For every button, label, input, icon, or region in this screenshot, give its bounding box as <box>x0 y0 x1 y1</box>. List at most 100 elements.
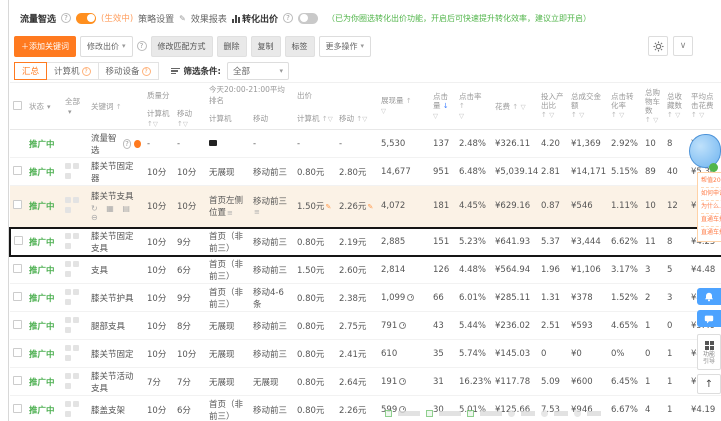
cell-plat <box>62 311 88 340</box>
device-tabs-row: 汇总 计算机? 移动设备? 筛选条件: 全部 ▾ <box>14 62 289 80</box>
cell-ctr: 16.23% <box>456 367 492 396</box>
collapse-chevron-icon[interactable]: ∨ <box>673 36 693 56</box>
impression-history-icon[interactable] <box>399 321 407 329</box>
cell-fav: 1 <box>664 367 688 396</box>
select-all-checkbox[interactable] <box>10 82 26 130</box>
tab-pc[interactable]: 计算机? <box>47 62 99 80</box>
row-checkbox[interactable] <box>13 263 22 273</box>
faq-link[interactable]: 帮值20… <box>701 175 721 187</box>
impression-history-icon[interactable] <box>407 293 415 301</box>
th-keyword[interactable]: 关键词 ↑ <box>88 82 144 130</box>
copy-button[interactable]: 复制 <box>250 35 281 57</box>
cell-clicks: 35 <box>430 339 456 368</box>
cell-rank_m: 无展现 <box>250 367 294 396</box>
smart-flow-toggle[interactable] <box>76 12 97 24</box>
th-roi[interactable]: 投入产出比 ↑ ▽ <box>538 82 568 130</box>
cell-plat <box>62 367 88 396</box>
th-impressions[interactable]: 展现量 ↑ ▽ <box>378 82 430 130</box>
rank-detail-icon[interactable]: ≡ <box>227 209 233 217</box>
back-to-top-button[interactable]: ↑ <box>697 374 721 394</box>
tag-button[interactable]: 标签 <box>284 35 315 57</box>
cell-status: 推广中 <box>26 367 62 396</box>
table-row: 推广中 腿部支具 10分 8分 无展现 移动前三 0.80元 2.75元 791 43 5.44% ¥… <box>10 311 721 340</box>
th-gmv[interactable]: 总成交金额 ↑ ▽ <box>568 82 608 130</box>
cell-status: 推广中 <box>26 226 62 257</box>
platform-indicator-icon <box>65 270 71 277</box>
assistant-mascot-icon[interactable] <box>689 134 721 168</box>
faq-link[interactable]: 为什么…过日… <box>701 200 721 213</box>
edit-bid-icon[interactable]: ✎ <box>325 203 331 211</box>
filter-select[interactable]: 全部 ▾ <box>226 62 289 80</box>
platform-indicator-icon <box>73 372 79 379</box>
add-keyword-button[interactable]: ＋添加关键词 <box>14 35 76 57</box>
th-quality-mobile[interactable]: 移动 ↑▽ <box>174 107 206 130</box>
faq-link[interactable]: 如何申请图片功… <box>701 187 721 200</box>
help-circle-icon[interactable]: ? <box>136 41 147 51</box>
cell-ctr: 6.48% <box>456 157 492 186</box>
row-checkbox[interactable] <box>13 347 22 357</box>
cell-bid_m: 2.75元 <box>336 311 378 340</box>
funnel-icon: ▽ <box>381 107 386 115</box>
cell-fav: 8 <box>664 226 688 257</box>
row-checkbox[interactable] <box>13 403 22 413</box>
rank-detail-icon[interactable]: ≡ <box>254 208 260 216</box>
strategy-settings-link[interactable]: 策略设置 <box>138 12 174 25</box>
bar-chart-icon[interactable] <box>231 14 240 23</box>
cell-q_m: 9分 <box>174 283 206 312</box>
conversion-bid-title: 转化出价 <box>241 14 278 25</box>
chat-icon[interactable] <box>697 310 721 327</box>
th-cvr[interactable]: 点击转化率 ↑ ▽ <box>608 82 642 130</box>
tab-summary[interactable]: 汇总 <box>14 62 48 80</box>
th-quality-pc[interactable]: 计算机 ↑▽ <box>144 107 174 130</box>
pencil-icon[interactable]: ✎ <box>179 14 186 23</box>
cell-roi: 1.96 <box>538 255 568 284</box>
cell-rank_m: - <box>250 129 294 158</box>
cell-ctr: 5.44% <box>456 311 492 340</box>
cell-status: 推广中 <box>26 255 62 284</box>
impression-history-icon[interactable] <box>399 377 407 385</box>
help-circle-icon[interactable]: ? <box>122 138 132 149</box>
th-status[interactable]: 状态 ▾ <box>26 82 62 130</box>
edit-bid-icon[interactable]: ✎ <box>367 203 373 211</box>
row-checkbox[interactable] <box>13 375 22 385</box>
sort-asc-icon: ↑ <box>115 102 122 111</box>
row-checkbox[interactable] <box>13 165 22 175</box>
gear-icon[interactable] <box>648 36 668 56</box>
help-circle-icon[interactable]: ? <box>283 13 293 23</box>
conversion-bid-toggle[interactable] <box>298 12 318 24</box>
modify-bid-dropdown[interactable]: 修改出价 ▾ <box>80 35 133 57</box>
tab-mobile[interactable]: 移动设备? <box>98 62 159 80</box>
faq-link[interactable]: 直通车推广… <box>701 213 721 226</box>
th-bid-pc[interactable]: 计算机 ↑▽ <box>294 107 336 130</box>
cell-bid_m: 2.26元 <box>336 395 378 421</box>
report-link[interactable]: 效果报表 <box>191 12 227 25</box>
row-checkbox[interactable] <box>14 235 23 245</box>
row-checkbox[interactable] <box>13 319 22 329</box>
th-bid-mobile[interactable]: 移动 ↑▽ <box>336 107 378 130</box>
cell-rank_m: 移动前三 <box>250 395 294 421</box>
cell-cost: ¥236.02 <box>492 311 538 340</box>
cell-fav: 8 <box>664 129 688 158</box>
smart-flow-badge-icon <box>134 139 141 148</box>
th-cost[interactable]: 花费 ↑ ▽ <box>492 82 538 130</box>
bell-icon[interactable] <box>697 288 721 305</box>
sort-asc-icon: ↑ <box>645 115 651 124</box>
modify-match-button[interactable]: 修改匹配方式 <box>150 35 213 57</box>
row-checkbox[interactable] <box>13 291 22 301</box>
row-checkbox[interactable] <box>13 200 22 210</box>
th-ctr[interactable]: 点击率 ↑ ▽ <box>456 82 492 130</box>
more-actions-dropdown[interactable]: 更多操作 ▾ <box>318 35 372 57</box>
row-quick-action-icons[interactable]: ↻ ▦ ▤ ⊖ <box>91 204 141 222</box>
th-cart[interactable]: 总购物车数 ↑ ▽ <box>642 82 664 130</box>
feature-guide-button[interactable]: 功能引导 <box>697 334 721 370</box>
th-fav[interactable]: 总收藏数 ↑ ▽ <box>664 82 688 130</box>
help-circle-icon[interactable]: ? <box>61 13 72 23</box>
faq-link[interactable]: 直通车推广计划… <box>701 226 721 239</box>
th-scope[interactable]: 全部▾ <box>62 82 88 130</box>
cell-cart: 10 <box>642 185 664 228</box>
keyword-table: 状态 ▾ 全部▾ 关键词 ↑ 质量分 今天20:00-21:00平均排名 出价 展… <box>9 82 721 421</box>
th-clicks[interactable]: 点击量 ↓ ▽ <box>430 82 456 130</box>
table-row: 推广中 流量智选? - - - - -5,530 137 2.48% ¥326.11 4.20 ¥1,… <box>10 129 721 158</box>
delete-button[interactable]: 删除 <box>216 35 247 57</box>
cell-cost: ¥5,039.14 <box>492 157 538 186</box>
